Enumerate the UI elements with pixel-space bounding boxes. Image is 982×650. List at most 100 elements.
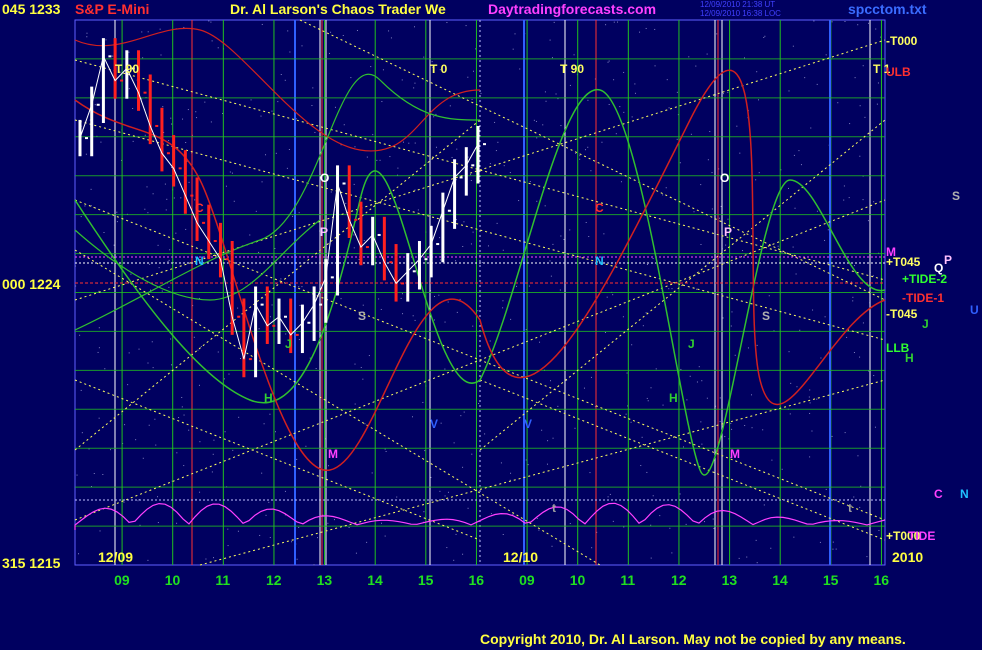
star-dot bbox=[811, 430, 813, 432]
star-dot bbox=[585, 221, 587, 223]
star-dot bbox=[401, 79, 403, 81]
star-dot bbox=[123, 501, 125, 503]
star-dot bbox=[720, 205, 722, 207]
star-dot bbox=[348, 527, 350, 529]
star-dot bbox=[382, 69, 384, 71]
star-dot bbox=[606, 296, 608, 298]
star-dot bbox=[825, 488, 827, 490]
star-dot bbox=[758, 99, 760, 101]
forecast-curve-green bbox=[74, 89, 886, 476]
star-dot bbox=[259, 534, 261, 536]
star-dot bbox=[857, 24, 859, 26]
star-dot bbox=[166, 198, 168, 200]
star-dot bbox=[239, 358, 241, 360]
star-dot bbox=[274, 248, 276, 250]
star-dot bbox=[662, 194, 664, 196]
star-dot bbox=[311, 105, 313, 107]
star-dot bbox=[99, 530, 101, 532]
star-dot bbox=[711, 172, 713, 174]
x-tick-label: 14 bbox=[367, 572, 383, 588]
star-dot bbox=[788, 90, 790, 92]
chart-screen: 09 10 11 12 13 14 15 16 09 10 11 12 13 14 15 16 T 90 T 0 T… bbox=[0, 0, 982, 650]
star-dot bbox=[679, 162, 681, 164]
star-dot bbox=[819, 541, 821, 543]
star-dot bbox=[654, 28, 656, 30]
x-tick-label: 13 bbox=[722, 572, 738, 588]
star-dot bbox=[816, 398, 818, 400]
star-dot bbox=[170, 338, 172, 340]
star-dot bbox=[171, 123, 173, 125]
star-dot bbox=[502, 533, 504, 535]
star-dot bbox=[98, 327, 100, 329]
star-dot bbox=[271, 110, 273, 112]
star-dot bbox=[722, 93, 724, 95]
star-dot bbox=[622, 316, 624, 318]
star-dot bbox=[560, 125, 562, 127]
star-dot bbox=[213, 439, 215, 441]
star-dot bbox=[497, 141, 499, 143]
star-dot bbox=[362, 304, 364, 306]
star-dot bbox=[789, 413, 791, 415]
star-dot bbox=[316, 537, 318, 539]
star-dot bbox=[536, 137, 538, 139]
star-dot bbox=[796, 386, 798, 388]
star-dot bbox=[481, 261, 483, 263]
star-dot bbox=[205, 558, 207, 560]
band-green bbox=[74, 73, 481, 331]
star-dot bbox=[500, 462, 502, 464]
right-label: -T000 bbox=[886, 34, 918, 48]
star-dot bbox=[132, 140, 134, 142]
star-dot bbox=[287, 30, 289, 32]
star-dot bbox=[260, 115, 262, 117]
star-dot bbox=[187, 109, 189, 111]
star-dot bbox=[584, 149, 586, 151]
star-dot bbox=[170, 117, 172, 119]
star-dot bbox=[444, 321, 446, 323]
star-dot bbox=[608, 103, 610, 105]
star-dot bbox=[668, 107, 670, 109]
star-dot bbox=[713, 527, 715, 529]
star-dot bbox=[725, 244, 727, 246]
star-dot bbox=[695, 65, 697, 67]
copyright: Copyright 2010, Dr. Al Larson. May not b… bbox=[480, 631, 906, 647]
star-dot bbox=[612, 520, 614, 522]
star-dot bbox=[142, 457, 144, 459]
star-dot bbox=[158, 267, 160, 269]
planet-marker: C bbox=[195, 201, 204, 215]
star-dot bbox=[447, 491, 449, 493]
star-dot bbox=[261, 472, 263, 474]
right-label: TIDE bbox=[908, 529, 935, 543]
star-dot bbox=[536, 517, 538, 519]
star-dot bbox=[645, 312, 647, 314]
star-dot bbox=[471, 98, 473, 100]
star-dot bbox=[401, 293, 403, 295]
star-dot bbox=[183, 414, 185, 416]
star-dot bbox=[368, 355, 370, 357]
x-tick-label: 10 bbox=[165, 572, 181, 588]
star-dot bbox=[623, 111, 625, 113]
star-dot bbox=[666, 79, 668, 81]
star-dot bbox=[736, 125, 738, 127]
star-dot bbox=[654, 65, 656, 67]
star-dot bbox=[545, 100, 547, 102]
site-link[interactable]: Daytradingforecasts.com bbox=[488, 1, 656, 17]
star-dot bbox=[384, 535, 386, 537]
star-dot bbox=[812, 309, 814, 311]
star-dot bbox=[859, 356, 861, 358]
star-dot bbox=[711, 208, 713, 210]
star-dot bbox=[414, 82, 416, 84]
star-dot bbox=[233, 200, 235, 202]
star-dot bbox=[646, 264, 648, 266]
star-dot bbox=[81, 432, 83, 434]
x-tick-label: 11 bbox=[215, 572, 230, 588]
star-dot bbox=[210, 121, 212, 123]
planet-marker: J bbox=[285, 337, 292, 351]
star-dot bbox=[751, 394, 753, 396]
star-dot bbox=[130, 273, 132, 275]
star-dot bbox=[484, 433, 486, 435]
star-dot bbox=[804, 77, 806, 79]
star-dot bbox=[144, 134, 146, 136]
star-dot bbox=[634, 83, 636, 85]
star-dot bbox=[146, 186, 148, 188]
star-dot bbox=[343, 124, 345, 126]
